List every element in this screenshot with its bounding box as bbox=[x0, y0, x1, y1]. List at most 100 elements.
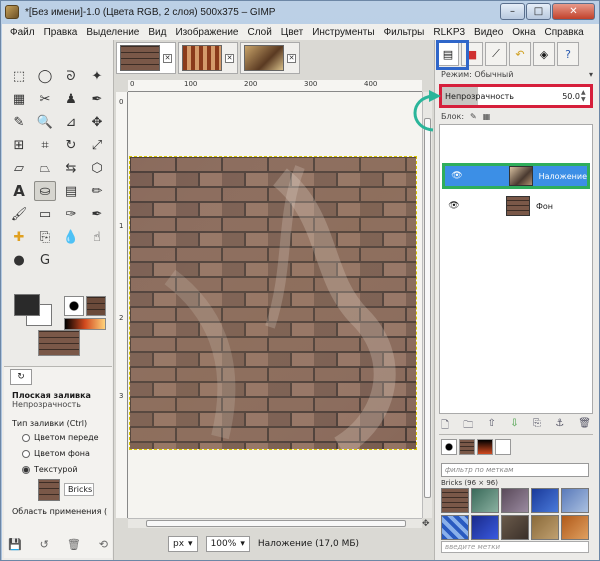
rotate-icon[interactable]: ↻ bbox=[60, 135, 82, 155]
pattern-swatch[interactable] bbox=[531, 515, 559, 540]
pattern-swatch[interactable] bbox=[441, 488, 469, 513]
pattern-selector[interactable] bbox=[38, 479, 60, 501]
patterns-tab-icon[interactable] bbox=[459, 439, 475, 455]
fill-pattern-radio[interactable]: Текстурой bbox=[22, 465, 78, 474]
close-button[interactable]: ✕ bbox=[552, 3, 595, 20]
measure-icon[interactable]: ⊿ bbox=[60, 112, 82, 132]
align-icon[interactable]: ⊞ bbox=[8, 135, 30, 155]
menu-image[interactable]: Изображение bbox=[175, 27, 238, 38]
paths-icon[interactable]: ✒ bbox=[86, 89, 108, 109]
delete-options-icon[interactable]: 🗑 bbox=[67, 538, 81, 551]
pattern-swatch[interactable] bbox=[471, 488, 499, 513]
menu-filters[interactable]: Фильтры bbox=[384, 27, 425, 38]
pattern-swatch[interactable] bbox=[531, 488, 559, 513]
lower-layer-icon[interactable]: ⇩ bbox=[510, 418, 518, 435]
brushes-tab-icon[interactable]: ◈ bbox=[533, 42, 555, 66]
gegl-icon[interactable]: G bbox=[34, 250, 56, 270]
help-tab-icon[interactable]: ? bbox=[557, 42, 579, 66]
gradients-tab-icon[interactable] bbox=[477, 439, 493, 455]
pattern-swatch[interactable] bbox=[561, 488, 589, 513]
opacity-slider[interactable]: Непрозрачность 50.0 ▲ ▼ bbox=[439, 84, 593, 108]
shear-icon[interactable]: ▱ bbox=[8, 158, 30, 178]
perspective-icon[interactable]: ⏢ bbox=[34, 158, 56, 178]
text-icon[interactable]: A bbox=[8, 181, 30, 201]
vertical-scrollbar[interactable] bbox=[422, 92, 432, 518]
lock-alpha-icon[interactable]: ▦ bbox=[483, 112, 491, 121]
blend-icon[interactable]: ▤ bbox=[60, 181, 82, 201]
fonts-tab-icon[interactable] bbox=[495, 439, 511, 455]
menu-file[interactable]: Файл bbox=[10, 27, 35, 38]
lock-pixels-icon[interactable]: ✎ bbox=[470, 112, 477, 121]
bucket-fill-icon[interactable]: ⛀ bbox=[34, 181, 56, 201]
paths-tab-icon[interactable]: ⟋ bbox=[485, 42, 507, 66]
pattern-swatch[interactable] bbox=[501, 515, 529, 540]
brick-image-canvas[interactable] bbox=[129, 156, 417, 450]
foreground-select-icon[interactable]: ♟ bbox=[60, 89, 82, 109]
scale-icon[interactable]: ⤢ bbox=[86, 135, 108, 155]
free-select-icon[interactable]: ᘐ bbox=[60, 66, 82, 86]
menu-video[interactable]: Видео bbox=[474, 27, 503, 38]
new-layer-icon[interactable]: 🗋 bbox=[441, 418, 449, 435]
foreground-color-swatch[interactable] bbox=[14, 294, 40, 316]
menu-color[interactable]: Цвет bbox=[281, 27, 303, 38]
save-options-icon[interactable]: 💾 bbox=[8, 538, 22, 551]
crop-icon[interactable]: ⌗ bbox=[34, 135, 56, 155]
pattern-swatch[interactable] bbox=[441, 515, 469, 540]
scissors-icon[interactable]: ✂ bbox=[34, 89, 56, 109]
tool-options-tab-icon[interactable]: ↻ bbox=[10, 369, 32, 385]
active-image-thumbnail[interactable] bbox=[38, 330, 80, 356]
menu-help[interactable]: Справка bbox=[545, 27, 584, 38]
clone-icon[interactable]: ⎘ bbox=[34, 227, 56, 247]
brushes-tab-icon[interactable] bbox=[441, 439, 457, 455]
minimize-button[interactable]: – bbox=[500, 3, 525, 20]
select-by-color-icon[interactable]: ▦ bbox=[8, 89, 30, 109]
image-tab-2[interactable]: ✕ bbox=[178, 42, 238, 74]
tab-close-icon[interactable]: ✕ bbox=[225, 54, 234, 63]
active-brush-preview[interactable] bbox=[64, 296, 84, 316]
menu-windows[interactable]: Окна bbox=[512, 27, 535, 38]
color-picker-icon[interactable]: ✎ bbox=[8, 112, 30, 132]
fuzzy-select-icon[interactable]: ✦ bbox=[86, 66, 108, 86]
fill-fg-radio[interactable]: Цветом переде bbox=[22, 433, 99, 442]
tab-close-icon[interactable]: ✕ bbox=[163, 54, 172, 63]
anchor-layer-icon[interactable]: ⚓ bbox=[555, 418, 564, 435]
pattern-swatch[interactable] bbox=[501, 488, 529, 513]
eraser-icon[interactable]: ▭ bbox=[34, 204, 56, 224]
zoom-icon[interactable]: 🔍 bbox=[34, 112, 56, 132]
vertical-scroll-thumb[interactable] bbox=[424, 118, 431, 498]
pattern-swatch[interactable] bbox=[471, 515, 499, 540]
tab-close-icon[interactable]: ✕ bbox=[287, 54, 296, 63]
visibility-eye-icon[interactable]: 👁 bbox=[449, 171, 465, 181]
unit-selector[interactable]: px ▾ bbox=[168, 536, 198, 552]
image-tab-1[interactable]: ✕ bbox=[116, 42, 176, 74]
pencil-icon[interactable]: ✏ bbox=[86, 181, 108, 201]
flip-icon[interactable]: ⇆ bbox=[60, 158, 82, 178]
menu-tools[interactable]: Инструменты bbox=[312, 27, 374, 38]
ink-icon[interactable]: ✒ bbox=[86, 204, 108, 224]
active-pattern-preview[interactable] bbox=[86, 296, 106, 316]
image-tab-3[interactable]: ✕ bbox=[240, 42, 300, 74]
move-icon[interactable]: ✥ bbox=[86, 112, 108, 132]
active-gradient-preview[interactable] bbox=[64, 318, 106, 330]
reset-options-icon[interactable]: ⟲ bbox=[99, 538, 108, 551]
visibility-eye-icon[interactable]: 👁 bbox=[446, 201, 462, 211]
smudge-icon[interactable]: ☝ bbox=[86, 227, 108, 247]
rect-select-icon[interactable]: ⬚ bbox=[8, 66, 30, 86]
tag-filter-input[interactable]: фильтр по меткам bbox=[441, 463, 589, 477]
layer-row-overlay[interactable]: 👁 Наложение bbox=[442, 163, 590, 189]
fill-bg-radio[interactable]: Цветом фона bbox=[22, 449, 90, 458]
horizontal-scrollbar[interactable] bbox=[128, 518, 422, 528]
tag-entry-input[interactable]: введите метки bbox=[441, 541, 589, 553]
menu-select[interactable]: Выделение bbox=[86, 27, 139, 38]
delete-layer-icon[interactable]: 🗑 bbox=[578, 418, 591, 435]
duplicate-layer-icon[interactable]: ⎘ bbox=[533, 418, 541, 435]
menu-layer[interactable]: Слой bbox=[247, 27, 271, 38]
new-group-icon[interactable]: 🗀 bbox=[463, 418, 473, 435]
layer-row-background[interactable]: 👁 Фон bbox=[442, 193, 590, 219]
heal-icon[interactable]: ✚ bbox=[8, 227, 30, 247]
paintbrush-icon[interactable]: 🖌 bbox=[8, 204, 30, 224]
menu-edit[interactable]: Правка bbox=[44, 27, 78, 38]
cage-icon[interactable]: ⬡ bbox=[86, 158, 108, 178]
blur-icon[interactable]: 💧 bbox=[60, 227, 82, 247]
menu-rlkp3[interactable]: RLKP3 bbox=[433, 27, 465, 38]
